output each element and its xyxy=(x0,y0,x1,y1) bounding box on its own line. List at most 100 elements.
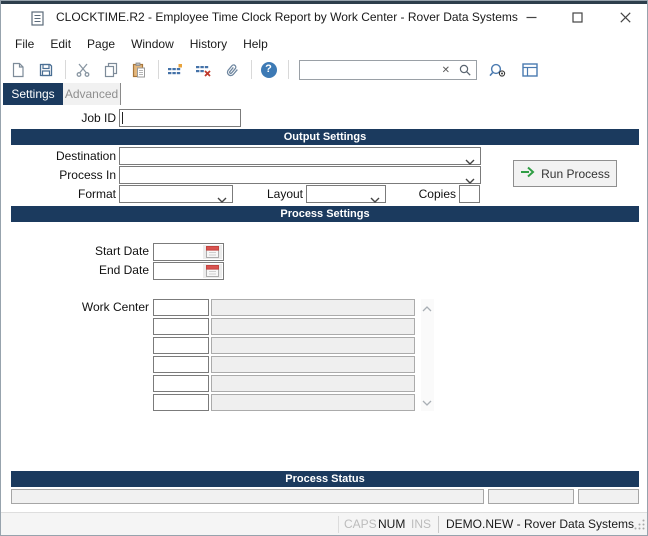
work-center-description xyxy=(211,375,415,392)
resize-grip[interactable] xyxy=(634,519,645,533)
work-center-row xyxy=(153,337,415,354)
layout-columns-button[interactable] xyxy=(517,58,542,82)
process-status-header: Process Status xyxy=(11,471,639,487)
toolbar-separator xyxy=(158,60,159,79)
run-arrow-icon xyxy=(520,166,535,181)
close-button[interactable] xyxy=(609,4,641,31)
calendar-icon xyxy=(206,246,219,258)
work-center-description xyxy=(211,318,415,335)
work-center-row xyxy=(153,356,415,373)
run-process-button[interactable]: Run Process xyxy=(513,160,617,187)
chevron-down-icon xyxy=(370,192,380,206)
toolbar: ? ✕ xyxy=(1,56,647,83)
format-select[interactable] xyxy=(119,185,233,203)
window-title: CLOCKTIME.R2 - Employee Time Clock Repor… xyxy=(56,4,518,31)
process-settings-header: Process Settings xyxy=(11,206,639,222)
document-icon xyxy=(31,11,44,29)
work-center-row xyxy=(153,299,415,316)
paste-button[interactable] xyxy=(126,58,151,82)
process-status-field-2 xyxy=(488,489,574,504)
toolbar-separator xyxy=(65,60,66,79)
toolbar-separator xyxy=(288,60,289,79)
search-input[interactable] xyxy=(300,61,432,79)
ins-indicator: INS xyxy=(411,513,431,535)
work-center-description xyxy=(211,337,415,354)
tab-settings[interactable]: Settings xyxy=(3,83,63,105)
maximize-button[interactable] xyxy=(561,4,593,31)
work-center-code-input[interactable] xyxy=(153,375,209,392)
num-indicator: NUM xyxy=(378,513,405,535)
job-id-label: Job ID xyxy=(1,109,116,127)
process-status-message xyxy=(11,489,484,504)
work-center-code-input[interactable] xyxy=(153,356,209,373)
connection-status: DEMO.NEW - Rover Data Systems xyxy=(446,513,634,535)
delete-rows-button[interactable] xyxy=(191,58,216,82)
help-button[interactable]: ? xyxy=(256,58,281,82)
process-in-select[interactable] xyxy=(119,166,481,184)
start-date-calendar-button[interactable] xyxy=(203,245,222,259)
work-center-rows xyxy=(153,299,415,413)
menu-item-window[interactable]: Window xyxy=(123,33,182,55)
status-bar: CAPS NUM INS DEMO.NEW - Rover Data Syste… xyxy=(1,512,647,535)
copy-button[interactable] xyxy=(98,58,123,82)
work-center-code-input[interactable] xyxy=(153,318,209,335)
start-date-field xyxy=(153,243,224,261)
chevron-down-icon xyxy=(217,192,227,206)
toolbar-separator xyxy=(251,60,252,79)
end-date-input[interactable] xyxy=(155,264,201,278)
layout-select[interactable] xyxy=(306,185,386,203)
end-date-field xyxy=(153,262,224,280)
end-date-label: End Date xyxy=(1,262,149,279)
text-caret xyxy=(122,112,123,124)
copies-label: Copies xyxy=(396,185,456,203)
copies-input[interactable] xyxy=(459,185,480,203)
search-view-button[interactable] xyxy=(485,58,510,82)
app-window: CLOCKTIME.R2 - Employee Time Clock Repor… xyxy=(0,0,648,536)
work-center-row xyxy=(153,394,415,411)
work-center-description xyxy=(211,356,415,373)
start-date-label: Start Date xyxy=(1,243,149,260)
menu-item-file[interactable]: File xyxy=(7,33,42,55)
work-center-description xyxy=(211,394,415,411)
save-button[interactable] xyxy=(33,58,58,82)
scroll-down-icon[interactable] xyxy=(422,395,432,409)
destination-label: Destination xyxy=(1,147,116,165)
caps-indicator: CAPS xyxy=(344,513,377,535)
destination-select[interactable] xyxy=(119,147,481,165)
menu-item-help[interactable]: Help xyxy=(235,33,276,55)
insert-rows-button[interactable] xyxy=(163,58,188,82)
process-status-field-3 xyxy=(578,489,639,504)
work-center-code-input[interactable] xyxy=(153,394,209,411)
status-separator xyxy=(338,516,339,533)
menu-bar: File Edit Page Window History Help xyxy=(1,31,647,56)
format-label: Format xyxy=(1,185,116,203)
work-center-code-input[interactable] xyxy=(153,337,209,354)
menu-item-page[interactable]: Page xyxy=(79,33,123,55)
title-bar[interactable]: CLOCKTIME.R2 - Employee Time Clock Repor… xyxy=(1,4,647,31)
status-separator xyxy=(438,516,439,533)
work-center-row xyxy=(153,318,415,335)
minimize-button[interactable] xyxy=(515,4,547,31)
attachment-button[interactable] xyxy=(219,58,244,82)
new-document-button[interactable] xyxy=(5,58,30,82)
layout-label: Layout xyxy=(241,185,303,203)
end-date-calendar-button[interactable] xyxy=(203,264,222,278)
run-process-label: Run Process xyxy=(541,167,610,181)
work-center-description xyxy=(211,299,415,316)
menu-item-edit[interactable]: Edit xyxy=(42,33,79,55)
tab-advanced[interactable]: Advanced xyxy=(63,83,121,105)
search-icon[interactable] xyxy=(458,63,472,80)
job-id-input[interactable] xyxy=(119,109,241,127)
scroll-up-icon[interactable] xyxy=(422,301,432,315)
work-center-scrollbar[interactable] xyxy=(421,299,434,411)
process-in-label: Process In xyxy=(1,166,116,184)
output-settings-header: Output Settings xyxy=(11,129,639,145)
start-date-input[interactable] xyxy=(155,245,201,259)
work-center-label: Work Center xyxy=(1,299,149,316)
work-center-code-input[interactable] xyxy=(153,299,209,316)
calendar-icon xyxy=(206,265,219,277)
tab-strip: Settings Advanced xyxy=(1,83,647,105)
cut-button[interactable] xyxy=(70,58,95,82)
menu-item-history[interactable]: History xyxy=(182,33,235,55)
clear-search-icon[interactable]: ✕ xyxy=(442,64,450,78)
